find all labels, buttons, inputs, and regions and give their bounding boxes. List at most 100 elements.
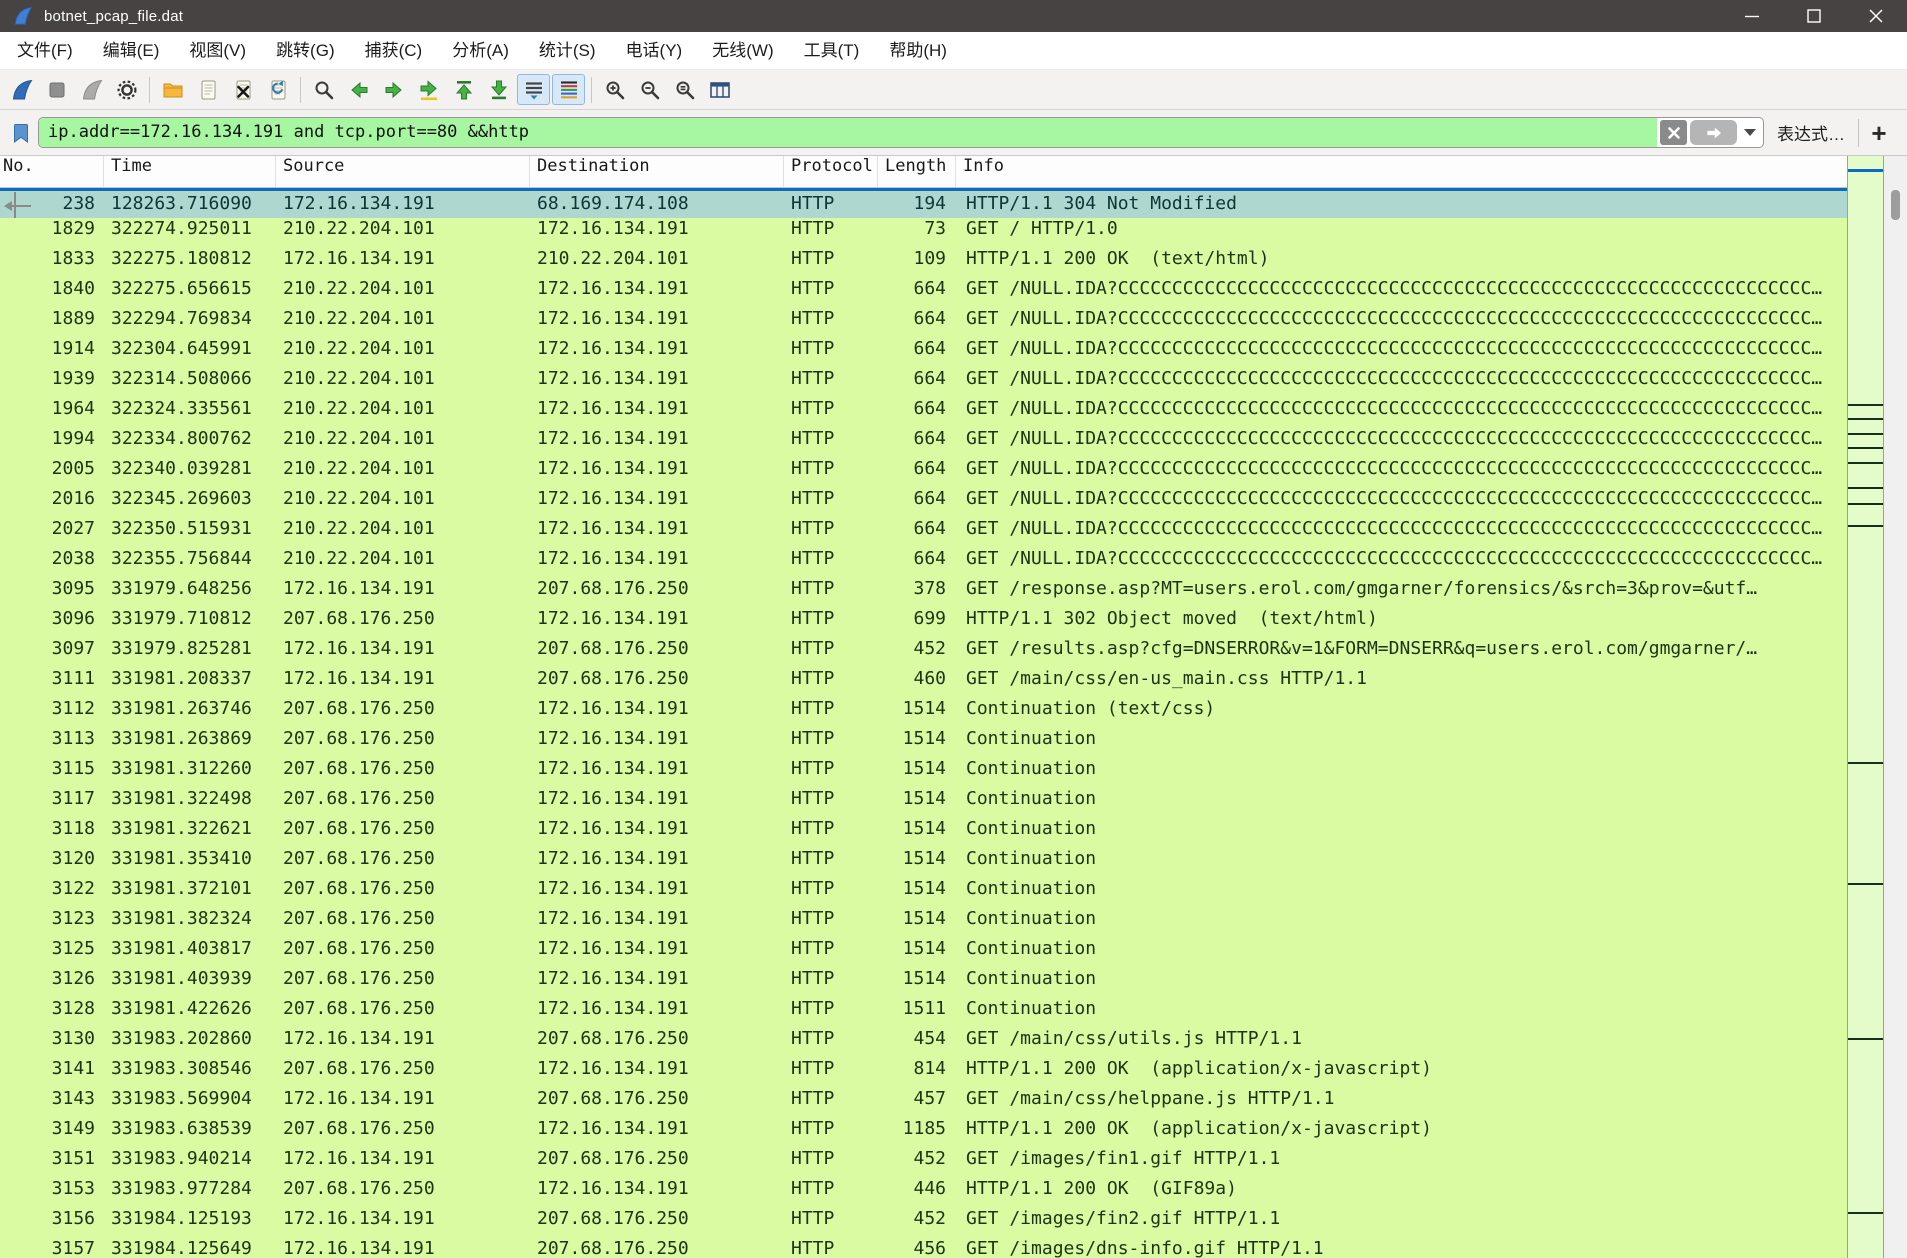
apply-filter-button[interactable] [1690, 120, 1737, 145]
packet-cell-destination: 172.16.134.191 [537, 218, 689, 239]
packet-row[interactable]: 3125 331981.403817 207.68.176.250 172.16.13… [0, 938, 1847, 968]
packet-row[interactable]: 1914 322304.645991 210.22.204.101 172.16.13… [0, 338, 1847, 368]
close-button[interactable] [1845, 0, 1907, 32]
packet-row[interactable]: 2027 322350.515931 210.22.204.101 172.16.13… [0, 518, 1847, 548]
reload-file-button[interactable] [261, 74, 294, 105]
menu-statistics[interactable]: 统计(S) [524, 32, 611, 69]
add-filter-button[interactable]: + [1859, 113, 1899, 153]
packet-row[interactable]: 3128 331981.422626 207.68.176.250 172.16.13… [0, 998, 1847, 1028]
packet-row[interactable]: 1833 322275.180812 172.16.134.191 210.22.20… [0, 248, 1847, 278]
capture-options-button[interactable] [110, 74, 143, 105]
menu-analyze[interactable]: 分析(A) [437, 32, 524, 69]
packet-row[interactable]: 1840 322275.656615 210.22.204.101 172.16.13… [0, 278, 1847, 308]
packet-cell-length: 446 [913, 1178, 946, 1199]
packet-cell-protocol: HTTP [791, 998, 835, 1019]
packet-row[interactable]: 1889 322294.769834 210.22.204.101 172.16.13… [0, 308, 1847, 338]
menu-view[interactable]: 视图(V) [174, 32, 261, 69]
packet-cell-info: HTTP/1.1 200 OK (GIF89a) [966, 1178, 1237, 1199]
save-file-button[interactable] [191, 74, 224, 105]
packet-cell-info: Continuation [966, 818, 1097, 839]
go-to-packet-button[interactable] [412, 74, 445, 105]
filter-input[interactable]: ip.addr==172.16.134.191 and tcp.port==80… [39, 118, 1657, 147]
zoom-in-button[interactable] [598, 74, 631, 105]
packet-row[interactable]: 3149 331983.638539 207.68.176.250 172.16.13… [0, 1118, 1847, 1148]
menu-wireless[interactable]: 无线(W) [697, 32, 788, 69]
column-header-no[interactable]: No. [0, 156, 104, 187]
packet-row[interactable]: 3095 331979.648256 172.16.134.191 207.68.17… [0, 578, 1847, 608]
expression-button[interactable]: 表达式… [1764, 120, 1858, 145]
packet-row[interactable]: 3112 331981.263746 207.68.176.250 172.16.13… [0, 698, 1847, 728]
column-header-length[interactable]: Length [878, 156, 956, 187]
stop-capture-button[interactable] [40, 74, 73, 105]
packet-row[interactable]: 2016 322345.269603 210.22.204.101 172.16.13… [0, 488, 1847, 518]
colorize-toggle[interactable] [552, 74, 585, 105]
packet-row[interactable]: 1964 322324.335561 210.22.204.101 172.16.13… [0, 398, 1847, 428]
packet-row[interactable]: 3120 331981.353410 207.68.176.250 172.16.13… [0, 848, 1847, 878]
packet-row[interactable]: 3111 331981.208337 172.16.134.191 207.68.17… [0, 668, 1847, 698]
packet-row[interactable]: 3151 331983.940214 172.16.134.191 207.68.17… [0, 1148, 1847, 1178]
column-header-info[interactable]: Info [956, 156, 1847, 187]
packet-row[interactable]: 3122 331981.372101 207.68.176.250 172.16.13… [0, 878, 1847, 908]
menu-help[interactable]: 帮助(H) [874, 32, 962, 69]
auto-scroll-toggle[interactable] [517, 74, 550, 105]
go-forward-button[interactable] [377, 74, 410, 105]
packet-row[interactable]: 1829 322274.925011 210.22.204.101 172.16.13… [0, 218, 1847, 248]
go-back-button[interactable] [342, 74, 375, 105]
packet-cell-info: GET /NULL.IDA?CCCCCCCCCCCCCCCCCCCCCCCCCC… [966, 368, 1823, 389]
packet-row[interactable]: 3130 331983.202860 172.16.134.191 207.68.17… [0, 1028, 1847, 1058]
vertical-scrollbar[interactable] [1884, 156, 1907, 1258]
column-header-destination[interactable]: Destination [530, 156, 784, 187]
filter-dropdown-caret[interactable] [1737, 120, 1763, 145]
start-capture-button[interactable] [5, 74, 38, 105]
minimize-button[interactable] [1721, 0, 1783, 32]
packet-row[interactable]: 3096 331979.710812 207.68.176.250 172.16.13… [0, 608, 1847, 638]
packet-row[interactable]: 1994 322334.800762 210.22.204.101 172.16.13… [0, 428, 1847, 458]
menu-capture[interactable]: 捕获(C) [350, 32, 438, 69]
zoom-out-button[interactable] [633, 74, 666, 105]
go-first-packet-button[interactable] [447, 74, 480, 105]
packet-row[interactable]: 2005 322340.039281 210.22.204.101 172.16.13… [0, 458, 1847, 488]
column-header-source[interactable]: Source [276, 156, 530, 187]
open-file-button[interactable] [156, 74, 189, 105]
packet-row[interactable]: 3113 331981.263869 207.68.176.250 172.16.13… [0, 728, 1847, 758]
packet-row[interactable]: 3126 331981.403939 207.68.176.250 172.16.13… [0, 968, 1847, 998]
filter-bookmark-button[interactable] [6, 118, 36, 148]
packet-row[interactable]: 3156 331984.125193 172.16.134.191 207.68.17… [0, 1208, 1847, 1238]
packet-row[interactable]: 3115 331981.312260 207.68.176.250 172.16.13… [0, 758, 1847, 788]
find-packet-button[interactable] [307, 74, 340, 105]
menu-edit[interactable]: 编辑(E) [88, 32, 175, 69]
packet-row-selected[interactable]: 238 128263.716090 172.16.134.191 68.169.174… [0, 188, 1847, 220]
menu-file[interactable]: 文件(F) [2, 32, 88, 69]
packet-row[interactable]: 3117 331981.322498 207.68.176.250 172.16.13… [0, 788, 1847, 818]
packet-row[interactable]: 3141 331983.308546 207.68.176.250 172.16.13… [0, 1058, 1847, 1088]
close-file-button[interactable] [226, 74, 259, 105]
packet-cell-destination: 172.16.134.191 [537, 698, 689, 719]
scrollbar-thumb[interactable] [1891, 190, 1900, 220]
go-last-packet-button[interactable] [482, 74, 515, 105]
zoom-reset-button[interactable] [668, 74, 701, 105]
packet-row[interactable]: 3157 331984.125649 172.16.134.191 207.68.17… [0, 1238, 1847, 1258]
scrollbar-minimap[interactable] [1847, 156, 1884, 1258]
packet-row[interactable]: 1939 322314.508066 210.22.204.101 172.16.13… [0, 368, 1847, 398]
clear-filter-button[interactable] [1660, 120, 1687, 145]
packet-cell-protocol: HTTP [791, 878, 835, 899]
menu-telephony[interactable]: 电话(Y) [611, 32, 698, 69]
column-header-protocol[interactable]: Protocol [784, 156, 878, 187]
packet-row[interactable]: 3123 331981.382324 207.68.176.250 172.16.13… [0, 908, 1847, 938]
packet-row[interactable]: 3153 331983.977284 207.68.176.250 172.16.13… [0, 1178, 1847, 1208]
resize-columns-button[interactable] [703, 74, 736, 105]
packet-cell-protocol: HTTP [791, 428, 835, 449]
menu-tools[interactable]: 工具(T) [789, 32, 875, 69]
packet-cell-time: 322294.769834 [111, 308, 252, 329]
packet-row[interactable]: 3118 331981.322621 207.68.176.250 172.16.13… [0, 818, 1847, 848]
packet-cell-info: Continuation [966, 968, 1097, 989]
packet-cell-protocol: HTTP [791, 218, 835, 239]
packet-row[interactable]: 3143 331983.569904 172.16.134.191 207.68.17… [0, 1088, 1847, 1118]
packet-row[interactable]: 3097 331979.825281 172.16.134.191 207.68.17… [0, 638, 1847, 668]
packet-row[interactable]: 2038 322355.756844 210.22.204.101 172.16.13… [0, 548, 1847, 578]
menu-go[interactable]: 跳转(G) [261, 32, 350, 69]
packet-cell-destination: 172.16.134.191 [537, 1058, 689, 1079]
restart-capture-button[interactable] [75, 74, 108, 105]
column-header-time[interactable]: Time [104, 156, 276, 187]
maximize-button[interactable] [1783, 0, 1845, 32]
